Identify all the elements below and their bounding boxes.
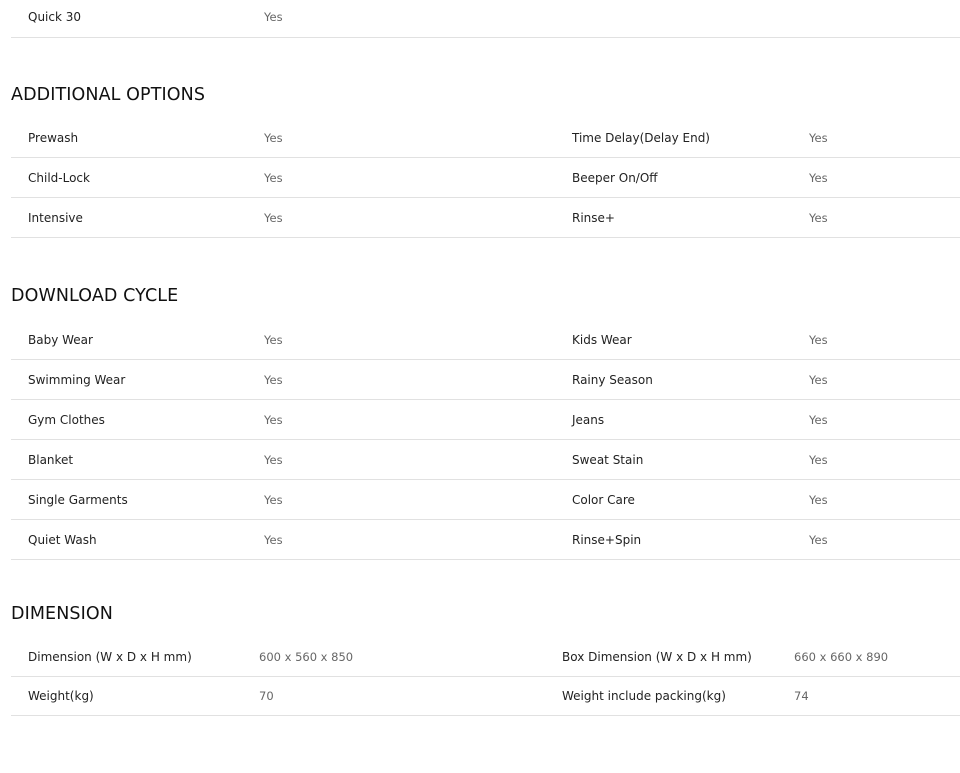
spec-value: 660 x 660 x 890	[794, 650, 889, 664]
section-title: ADDITIONAL OPTIONS	[11, 85, 206, 105]
spec-label: Dimension (W x D x H mm)	[28, 650, 192, 664]
spec-value: Yes	[264, 131, 283, 145]
spec-label: Blanket	[28, 453, 74, 467]
row-divider	[11, 197, 960, 198]
row-divider	[11, 519, 960, 520]
spec-value: 600 x 560 x 850	[259, 650, 354, 664]
spec-value: Yes	[264, 453, 283, 467]
row-divider	[11, 439, 960, 440]
spec-label: Beeper On/Off	[572, 171, 658, 185]
row-divider	[11, 715, 960, 716]
spec-label: Rinse+Spin	[572, 533, 642, 547]
spec-value: 74	[794, 689, 809, 703]
spec-value: Yes	[809, 171, 828, 185]
spec-value: Yes	[809, 131, 828, 145]
row-divider	[11, 479, 960, 480]
spec-label: Weight include packing(kg)	[562, 689, 726, 703]
spec-label: Jeans	[572, 413, 605, 427]
spec-value: Yes	[809, 453, 828, 467]
spec-value: Yes	[809, 413, 828, 427]
spec-value: Yes	[264, 333, 283, 347]
spec-value: 70	[259, 689, 274, 703]
spec-label: Color Care	[572, 493, 635, 507]
spec-label: Child-Lock	[28, 171, 90, 185]
spec-label: Weight(kg)	[28, 689, 94, 703]
spec-value: Yes	[809, 373, 828, 387]
spec-value: Yes	[264, 211, 283, 225]
spec-label: Rainy Season	[572, 373, 653, 387]
spec-value: Yes	[264, 533, 283, 547]
spec-label: Quick 30	[28, 10, 82, 24]
spec-label: Baby Wear	[28, 333, 93, 347]
spec-label: Prewash	[28, 131, 79, 145]
spec-label: Intensive	[28, 211, 83, 225]
spec-label: Gym Clothes	[28, 413, 105, 427]
row-divider	[11, 559, 960, 560]
spec-value: Yes	[264, 10, 283, 24]
row-divider	[11, 676, 960, 677]
section-title: DOWNLOAD CYCLE	[11, 286, 179, 306]
spec-label: Sweat Stain	[572, 453, 644, 467]
spec-value: Yes	[264, 413, 283, 427]
spec-label: Rinse+	[572, 211, 615, 225]
spec-label: Time Delay(Delay End)	[572, 131, 710, 145]
spec-value: Yes	[264, 493, 283, 507]
spec-label: Box Dimension (W x D x H mm)	[562, 650, 752, 664]
row-divider	[11, 359, 960, 360]
spec-label: Kids Wear	[572, 333, 632, 347]
spec-value: Yes	[809, 533, 828, 547]
spec-label: Quiet Wash	[28, 533, 97, 547]
spec-label: Single Garments	[28, 493, 128, 507]
row-divider	[11, 237, 960, 238]
row-divider	[11, 37, 960, 38]
row-divider	[11, 157, 960, 158]
spec-value: Yes	[264, 171, 283, 185]
spec-value: Yes	[809, 493, 828, 507]
row-divider	[11, 399, 960, 400]
spec-value: Yes	[264, 373, 283, 387]
spec-value: Yes	[809, 333, 828, 347]
spec-label: Swimming Wear	[28, 373, 126, 387]
section-title: DIMENSION	[11, 604, 113, 624]
spec-value: Yes	[809, 211, 828, 225]
